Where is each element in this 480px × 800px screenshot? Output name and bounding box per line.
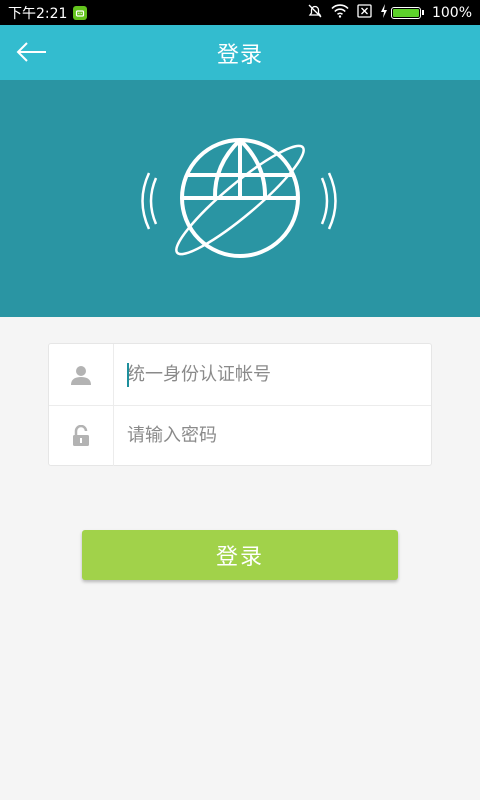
account-row (49, 344, 431, 406)
wifi-icon (331, 3, 349, 22)
status-bar-right: 100% (307, 3, 472, 23)
login-button[interactable]: 登录 (82, 530, 398, 580)
status-bar: 下午2:21 100% (0, 0, 480, 25)
battery-nub (421, 10, 424, 15)
status-bar-left: 下午2:21 (8, 3, 88, 23)
unlock-icon (49, 405, 114, 466)
text-cursor (127, 363, 129, 387)
arrow-left-icon (16, 42, 46, 62)
back-button[interactable] (14, 37, 50, 67)
battery-icon (390, 6, 421, 19)
battery-fill (392, 8, 419, 17)
password-row (49, 405, 431, 466)
login-form (48, 343, 432, 466)
status-time: 下午2:21 (8, 5, 68, 22)
battery-indicator (380, 3, 424, 22)
alarm-off-icon (307, 3, 323, 23)
battery-percent: 100% (431, 4, 472, 21)
password-input[interactable] (114, 405, 431, 466)
account-input[interactable] (114, 344, 431, 405)
no-sim-icon (357, 3, 372, 22)
android-notification-icon (73, 5, 88, 20)
app-bar: 登录 (0, 25, 480, 80)
header-banner (0, 80, 480, 317)
charging-icon (380, 3, 388, 22)
globe-with-signal-waves-icon (141, 138, 337, 258)
user-icon (49, 344, 114, 405)
page-title: 登录 (216, 42, 263, 68)
